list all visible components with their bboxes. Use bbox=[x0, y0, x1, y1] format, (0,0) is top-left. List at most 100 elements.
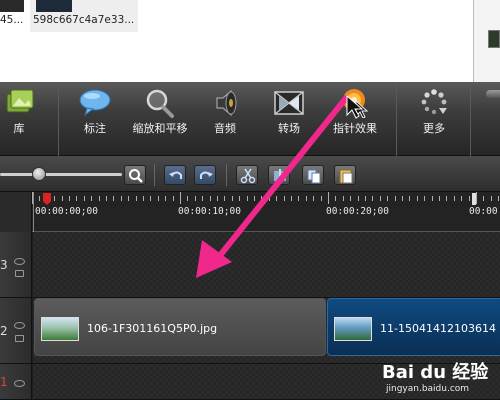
ruler-tick bbox=[254, 196, 255, 201]
track-visibility-eye-icon[interactable] bbox=[14, 322, 25, 329]
preview-panel-edge bbox=[473, 0, 500, 82]
redo-button[interactable] bbox=[194, 165, 216, 185]
ruler-tick bbox=[357, 196, 359, 201]
media-thumbnail-2[interactable] bbox=[36, 0, 72, 12]
paste-button[interactable] bbox=[334, 165, 356, 185]
undo-button[interactable] bbox=[164, 165, 186, 185]
timeline-zoom-slider-handle[interactable] bbox=[32, 167, 46, 181]
ruler-tick bbox=[453, 196, 455, 201]
ruler-tick bbox=[283, 196, 285, 201]
timecode-label: 00:00:20;00 bbox=[326, 206, 389, 217]
controls-divider bbox=[226, 164, 227, 186]
tool-cursor-effects-label: 指针效果 bbox=[333, 122, 377, 135]
ruler-tick bbox=[431, 196, 433, 201]
track-lock-icon[interactable] bbox=[15, 270, 24, 277]
tool-more[interactable]: 更多 bbox=[410, 82, 458, 156]
split-icon bbox=[274, 169, 286, 183]
tool-zoom-n-pan[interactable]: 缩放和平移 bbox=[126, 82, 194, 156]
zoom-search-button[interactable] bbox=[124, 165, 146, 185]
ruler-tick bbox=[194, 196, 196, 201]
ruler-tick bbox=[350, 196, 352, 201]
ruler-tick bbox=[98, 196, 100, 201]
clip-name: 11-15041412103614 bbox=[380, 322, 496, 335]
ruler-tick bbox=[69, 196, 70, 201]
ruler-tick bbox=[335, 196, 337, 201]
tool-cursor-effects[interactable]: 指针效果 bbox=[326, 82, 384, 156]
track-lock-icon[interactable] bbox=[15, 335, 24, 342]
ruler-tick bbox=[187, 196, 189, 201]
split-button[interactable] bbox=[268, 165, 290, 185]
clip-thumbnail bbox=[334, 317, 372, 341]
media-clip[interactable]: 106-1F301161Q5P0.jpg bbox=[34, 298, 326, 356]
track-number: 2 bbox=[0, 323, 8, 338]
panel-collapse-handle[interactable] bbox=[486, 90, 500, 98]
ruler-tick bbox=[172, 196, 174, 201]
timeline-zoom-slider-track[interactable] bbox=[0, 173, 122, 176]
ruler-tick bbox=[424, 196, 426, 201]
tool-library-label: 库 bbox=[13, 122, 25, 135]
ruler-tick bbox=[217, 196, 218, 201]
callout-bubble-icon bbox=[79, 89, 111, 117]
copy-icon bbox=[307, 169, 321, 184]
more-dots-icon bbox=[421, 89, 447, 115]
tool-callouts[interactable]: 标注 bbox=[70, 82, 120, 156]
media-item-2-label: 598c667c4a7e33... bbox=[33, 14, 135, 26]
ruler-tick bbox=[379, 196, 381, 201]
media-clip-selected[interactable]: 11-15041412103614 bbox=[327, 298, 500, 356]
track-header-1[interactable]: 1 bbox=[0, 364, 32, 400]
ruler-tick bbox=[91, 196, 93, 201]
ruler-tick bbox=[113, 196, 115, 201]
track-header-3[interactable]: 3 bbox=[0, 232, 32, 298]
track-visibility-eye-icon[interactable] bbox=[14, 258, 25, 265]
ruler-tick bbox=[276, 196, 278, 201]
redo-icon bbox=[200, 171, 213, 179]
baidu-watermark: Bai du 经验 jingyan.baidu.com bbox=[382, 358, 498, 400]
ruler-tick bbox=[268, 196, 270, 201]
ruler-tick bbox=[106, 196, 107, 201]
track-header-2[interactable]: 2 bbox=[0, 298, 32, 364]
ruler-tick bbox=[409, 196, 411, 201]
ruler-tick bbox=[402, 196, 403, 201]
track-number: 3 bbox=[0, 257, 8, 272]
ruler-tick bbox=[328, 192, 329, 204]
ruler-tick bbox=[224, 196, 226, 201]
magnifier-icon bbox=[129, 169, 143, 183]
tool-callouts-label: 标注 bbox=[84, 122, 106, 135]
ruler-tick bbox=[261, 196, 263, 201]
clip-name: 106-1F301161Q5P0.jpg bbox=[87, 322, 218, 335]
ruler-tick bbox=[387, 196, 389, 201]
ruler-tick bbox=[313, 196, 315, 201]
toolbar-divider bbox=[396, 82, 397, 156]
watermark-logo: Bai du 经验 bbox=[382, 362, 489, 383]
ruler-tick bbox=[246, 196, 248, 201]
ruler-tick bbox=[365, 196, 366, 201]
timecode-label: 00:00:00;00 bbox=[35, 206, 98, 217]
ruler-tick bbox=[468, 196, 470, 201]
ruler-tick bbox=[76, 196, 78, 201]
tool-transitions-label: 转场 bbox=[278, 122, 300, 135]
toolbar-divider bbox=[470, 82, 471, 156]
ruler-tick bbox=[239, 196, 241, 201]
media-bin: 45... 598c667c4a7e33... bbox=[0, 0, 500, 82]
ruler-tick bbox=[446, 196, 448, 201]
ruler-tick bbox=[180, 192, 181, 204]
ruler-tick bbox=[372, 196, 374, 201]
ruler-tick bbox=[483, 196, 485, 201]
tool-audio-label: 音频 bbox=[214, 122, 236, 135]
track-visibility-eye-icon[interactable] bbox=[14, 380, 25, 387]
ruler-tick bbox=[150, 196, 152, 201]
tool-transitions[interactable]: 转场 bbox=[264, 82, 314, 156]
ruler-tick bbox=[305, 196, 307, 201]
tool-library[interactable]: 库 bbox=[0, 82, 42, 156]
ruler-tick bbox=[342, 196, 344, 201]
track-lane-3[interactable] bbox=[33, 232, 500, 298]
media-thumbnail-1[interactable] bbox=[0, 0, 24, 12]
tool-zoom-n-pan-label: 缩放和平移 bbox=[132, 122, 188, 135]
cut-button[interactable] bbox=[236, 165, 258, 185]
undo-icon bbox=[169, 171, 182, 179]
tool-audio[interactable]: 音频 bbox=[200, 82, 250, 156]
timeline-ruler[interactable]: 00:00:00;00 00:00:10;00 00:00:20;00 00:0… bbox=[32, 192, 500, 232]
ruler-tick bbox=[39, 196, 41, 201]
ruler-tick bbox=[135, 196, 137, 201]
copy-button[interactable] bbox=[302, 165, 324, 185]
